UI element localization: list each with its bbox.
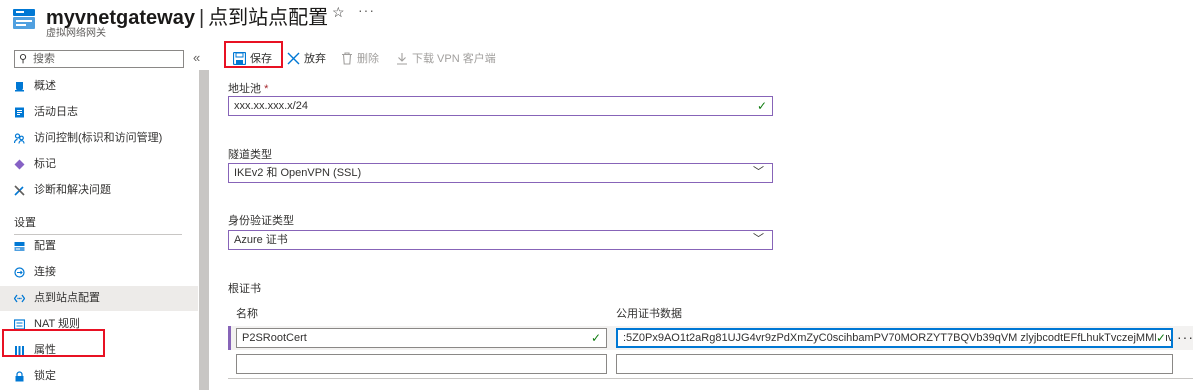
delete-label: 删除 [357, 53, 379, 65]
sidebar-item-diagnose[interactable]: 诊断和解决问题 [0, 178, 198, 203]
sidebar-item-activity-log[interactable]: 活动日志 [0, 100, 198, 125]
discard-button[interactable]: 放弃 [287, 50, 326, 66]
download-label: 下载 VPN 客户端 [412, 53, 496, 65]
table-divider [228, 378, 1193, 379]
overview-icon [15, 82, 24, 92]
tunnel-type-value: IKEv2 和 OpenVPN (SSL) [234, 167, 362, 179]
chevron-down-icon: ﹀ [753, 233, 764, 245]
save-label: 保存 [250, 53, 272, 65]
annotation-highlight-nav [2, 329, 105, 357]
star-icon[interactable]: ☆ [332, 4, 345, 21]
command-bar: 保存 放弃 删除 下载 VPN 客户端 [220, 41, 1200, 74]
configuration-icon [14, 242, 25, 251]
cert-name-value: P2SRootCert [242, 332, 307, 344]
close-icon [287, 52, 300, 64]
sidebar-item-label: 配置 [34, 240, 56, 252]
column-header-cert-data: 公用证书数据 [616, 308, 682, 320]
sidebar-item-label: 标记 [34, 158, 56, 170]
tunnel-type-label: 隧道类型 [228, 149, 272, 161]
sidebar-item-point-to-site[interactable]: 点到站点配置 [0, 286, 198, 311]
sidebar-item-tags[interactable]: 标记 [0, 152, 198, 177]
discard-label: 放弃 [304, 53, 326, 65]
save-button[interactable]: 保存 [233, 50, 272, 66]
cert-data-input[interactable]: :5Z0Px9AO1t2aRg81UJG4vr9zPdXmZyC0scihbam… [616, 328, 1173, 348]
blade-title: 点到站点配置 [208, 7, 329, 29]
tunnel-type-dropdown[interactable]: IKEv2 和 OpenVPN (SSL) ﹀ [228, 163, 773, 183]
activity-log-icon [15, 107, 24, 118]
address-pool-value: xxx.xx.xxx.x/24 [234, 100, 308, 112]
auth-type-label: 身份验证类型 [228, 215, 294, 227]
diagnose-icon [14, 185, 25, 196]
root-cert-section-title: 根证书 [228, 283, 261, 295]
valid-check-icon: ✓ [756, 99, 767, 113]
sidebar-item-label: 连接 [34, 266, 56, 278]
chevron-down-icon: ﹀ [753, 166, 764, 178]
sidebar-item-overview[interactable]: 概述 [0, 74, 198, 99]
save-icon [233, 51, 246, 65]
auth-type-dropdown[interactable]: Azure 证书 ﹀ [228, 230, 773, 250]
valid-check-icon: ✓ [1155, 330, 1166, 346]
sidebar-item-label: 访问控制(标识和访问管理) [34, 132, 163, 144]
sidebar: ⚲ 搜索 « 概述 活动日志 访问控制(标识和访问管理) 标记 诊断和解决问题 … [0, 44, 210, 390]
new-cert-data-input[interactable] [616, 354, 1173, 374]
point-to-site-icon [14, 294, 25, 303]
delete-button[interactable]: 删除 [341, 50, 379, 66]
lock-icon [15, 371, 24, 382]
sidebar-item-label: 诊断和解决问题 [34, 184, 111, 196]
tag-icon [14, 159, 25, 170]
resource-type: 虚拟网络网关 [46, 28, 106, 39]
row-more-icon[interactable]: ··· [1177, 329, 1194, 345]
search-input[interactable]: ⚲ 搜索 [14, 50, 184, 68]
sidebar-item-label: 活动日志 [34, 106, 78, 118]
address-pool-label-text: 地址池 [228, 83, 261, 95]
row-selection-indicator [228, 326, 231, 350]
page-header: myvnetgateway | 点到站点配置 虚拟网络网关 ☆ ··· [0, 0, 1200, 40]
collapse-sidebar-icon[interactable]: « [193, 50, 200, 65]
access-control-icon [14, 133, 25, 144]
title-separator: | [198, 7, 205, 29]
auth-type-value: Azure 证书 [234, 234, 288, 246]
more-icon[interactable]: ··· [358, 2, 375, 18]
section-header-settings: 设置 [14, 217, 36, 229]
search-icon: ⚲ [19, 53, 28, 65]
sidebar-item-connections[interactable]: 连接 [0, 260, 198, 285]
sidebar-item-label: 点到站点配置 [34, 292, 100, 304]
sidebar-scrollbar[interactable] [199, 70, 209, 390]
sidebar-item-label: 概述 [34, 80, 56, 92]
address-pool-input[interactable]: xxx.xx.xxx.x/24 ✓ [228, 96, 773, 116]
download-icon [397, 52, 407, 65]
trash-icon [342, 51, 352, 65]
connections-icon [14, 267, 25, 278]
virtual-network-gateway-icon [13, 9, 35, 29]
valid-check-icon: ✓ [590, 331, 601, 345]
search-placeholder: 搜索 [33, 53, 55, 65]
column-header-name: 名称 [236, 308, 258, 320]
required-indicator: * [264, 83, 269, 95]
sidebar-item-access-control[interactable]: 访问控制(标识和访问管理) [0, 126, 198, 151]
sidebar-item-configuration[interactable]: 配置 [0, 234, 198, 259]
new-cert-name-input[interactable] [236, 354, 607, 374]
address-pool-label: 地址池 * [228, 80, 268, 96]
download-vpn-client-button[interactable]: 下载 VPN 客户端 [396, 50, 496, 66]
sidebar-item-locks[interactable]: 锁定 [0, 364, 198, 389]
cert-name-input[interactable]: P2SRootCert ✓ [236, 328, 607, 348]
sidebar-item-label: 锁定 [34, 370, 56, 382]
cert-data-value: :5Z0Px9AO1t2aRg81UJG4vr9zPdXmZyC0scihbam… [623, 332, 1173, 344]
